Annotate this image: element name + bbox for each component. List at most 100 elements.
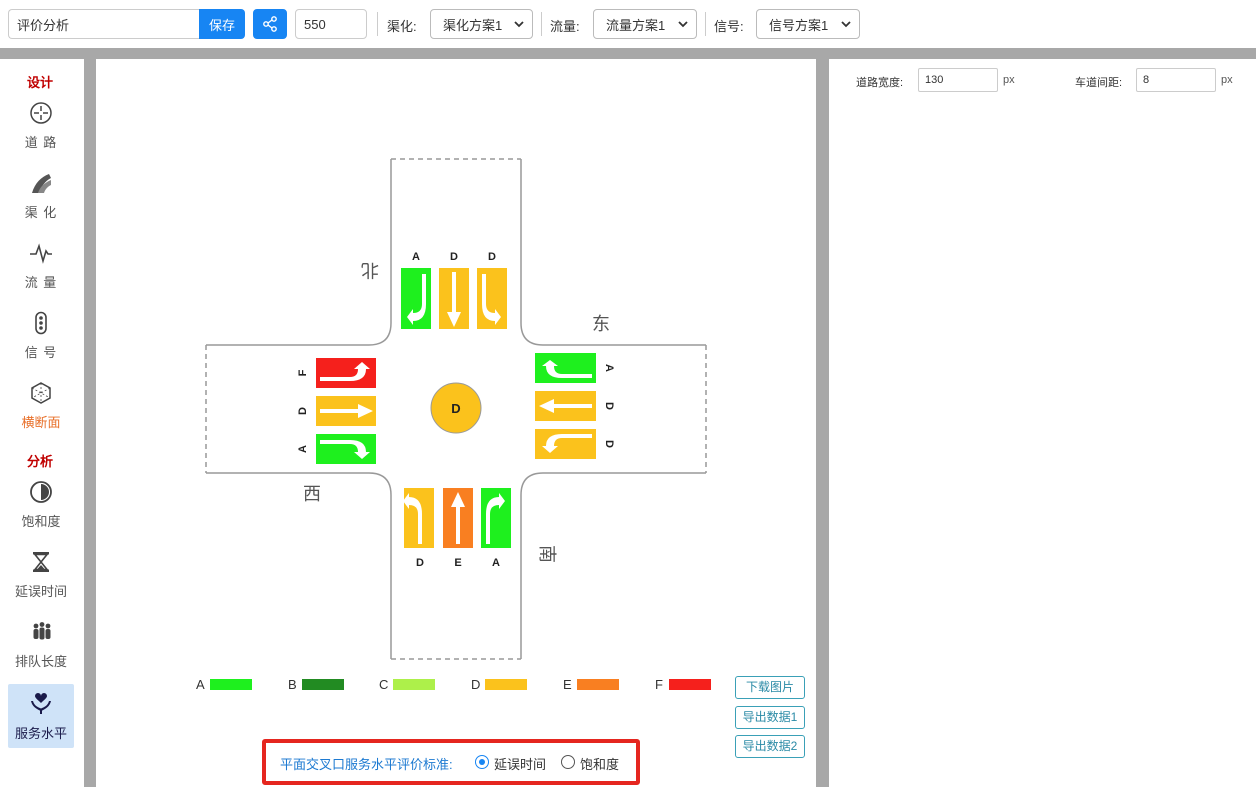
sidebar-item-road[interactable]: 道 路 <box>8 97 74 161</box>
direction-east: 东 <box>592 314 610 335</box>
lane-gap-label: 车道间距: <box>1075 77 1123 89</box>
delay-radio-label[interactable]: 延误时间 <box>494 754 546 773</box>
sidebar-item-label: 信 号 <box>24 345 58 360</box>
legend-item: D <box>471 677 527 692</box>
channel-select[interactable]: 渠化方案1 <box>430 9 533 39</box>
lane-grade-label: D <box>603 402 615 410</box>
legend-grade: A <box>196 677 205 692</box>
lane-grade-label: D <box>450 251 458 263</box>
legend-swatch <box>302 679 344 690</box>
sidebar-item-label: 服务水平 <box>14 726 67 741</box>
export-data1-button[interactable]: 导出数据1 <box>735 706 805 729</box>
top-toolbar: 保存 渠化: 渠化方案1 流量: 流量方案1 信号: 信号方案1 <box>0 0 1256 48</box>
lane-grade-label: F <box>297 369 309 376</box>
channel-select-value: 渠化方案1 <box>443 17 503 33</box>
right-divider <box>816 59 829 787</box>
sidebar-item-delay[interactable]: 延误时间 <box>8 546 74 610</box>
download-image-button[interactable]: 下载图片 <box>735 676 805 699</box>
lane-tile <box>535 353 596 383</box>
saturation-radio-label[interactable]: 饱和度 <box>580 754 619 773</box>
lane-tile <box>481 488 511 548</box>
legend-item: A <box>196 677 252 692</box>
channel-label: 渠化: <box>387 19 417 34</box>
save-button[interactable]: 保存 <box>199 9 245 39</box>
legend-swatch <box>393 679 435 690</box>
legend-swatch <box>577 679 619 690</box>
saturation-radio[interactable] <box>561 755 575 769</box>
road-width-input[interactable]: 130 <box>918 68 998 92</box>
flow-select-value: 流量方案1 <box>606 17 666 33</box>
direction-west: 西 <box>303 484 321 505</box>
design-section-title: 设计 <box>26 75 53 90</box>
analysis-section-title: 分析 <box>26 454 53 469</box>
share-button[interactable] <box>253 9 287 39</box>
lane-grade-label: A <box>603 364 615 372</box>
sidebar-item-signal[interactable]: 信 号 <box>8 307 74 371</box>
intersection-canvas: 北 东 西 南 A D D A D D F D A D E A D A B C … <box>96 59 816 787</box>
sidebar-item-label: 横断面 <box>21 415 61 430</box>
lane-tile <box>316 358 376 388</box>
export-data2-button[interactable]: 导出数据2 <box>735 735 805 758</box>
traffic-light-icon <box>35 311 47 335</box>
sidebar-item-service-level[interactable]: 服务水平 <box>8 684 74 748</box>
center-grade-label: D <box>451 401 460 416</box>
lane-grade-label: A <box>297 445 309 453</box>
left-divider <box>84 59 96 787</box>
signal-select-value: 信号方案1 <box>769 17 829 33</box>
legend-grade: D <box>471 677 481 692</box>
title-input[interactable] <box>8 9 199 39</box>
lane-grade-label: E <box>454 557 461 569</box>
direction-south: 南 <box>536 545 557 563</box>
lane-tile <box>316 434 376 464</box>
flow-select[interactable]: 流量方案1 <box>593 9 697 39</box>
evaluation-criteria-box: 平面交叉口服务水平评价标准: 延误时间 饱和度 <box>262 739 640 785</box>
toolbar-divider <box>705 12 706 36</box>
lane-grade-label: D <box>297 407 309 415</box>
settings-panel: 道路宽度: 130 px 车道间距: 8 px <box>829 59 1256 787</box>
sidebar-item-flow[interactable]: 流 量 <box>8 237 74 301</box>
sidebar-item-cross-section[interactable]: 横断面 <box>8 377 74 441</box>
direction-north: 北 <box>361 259 379 280</box>
flow-label: 流量: <box>550 19 580 34</box>
legend-grade: E <box>563 677 572 692</box>
legend-swatch <box>669 679 711 690</box>
lane-grade-label: D <box>416 557 424 569</box>
canvas-size-input[interactable] <box>295 9 367 39</box>
lane-tile <box>535 429 596 459</box>
east-approach: A D D <box>535 353 615 459</box>
criteria-label: 平面交叉口服务水平评价标准: <box>280 757 453 772</box>
sidebar-item-label: 延误时间 <box>14 584 67 599</box>
sidebar-item-saturation[interactable]: 饱和度 <box>8 476 74 540</box>
people-queue-icon <box>33 622 51 640</box>
share-icon <box>263 16 277 32</box>
road-width-unit: px <box>1003 74 1015 86</box>
sidebar-item-label: 饱和度 <box>21 514 61 529</box>
lane-grade-label: A <box>412 251 420 263</box>
chevron-down-icon <box>678 21 688 28</box>
hexagon-icon <box>31 382 51 404</box>
legend-item: C <box>379 677 435 692</box>
lane-gap-unit: px <box>1221 74 1233 86</box>
hourglass-icon <box>33 552 49 572</box>
legend-grade: F <box>655 677 663 692</box>
sidebar-item-queue[interactable]: 排队长度 <box>8 616 74 680</box>
sidebar-item-channelization[interactable]: 渠 化 <box>8 167 74 231</box>
signal-label: 信号: <box>714 19 744 34</box>
north-approach: A D D <box>401 251 507 329</box>
south-approach: D E A <box>403 488 511 569</box>
lane-grade-label: D <box>488 251 496 263</box>
half-circle-icon <box>30 481 52 503</box>
toolbar-divider <box>377 12 378 36</box>
sidebar-item-label: 排队长度 <box>14 654 67 669</box>
legend-swatch <box>210 679 252 690</box>
lane-grade-label: A <box>492 557 500 569</box>
west-approach: F D A <box>297 358 376 464</box>
crosshair-icon <box>30 102 52 124</box>
lane-gap-input[interactable]: 8 <box>1136 68 1216 92</box>
delay-radio[interactable] <box>475 755 489 769</box>
hand-heart-icon <box>31 693 51 714</box>
horizontal-divider <box>0 48 1256 59</box>
road-width-label: 道路宽度: <box>856 77 904 89</box>
legend-item: E <box>563 677 619 692</box>
signal-select[interactable]: 信号方案1 <box>756 9 860 39</box>
